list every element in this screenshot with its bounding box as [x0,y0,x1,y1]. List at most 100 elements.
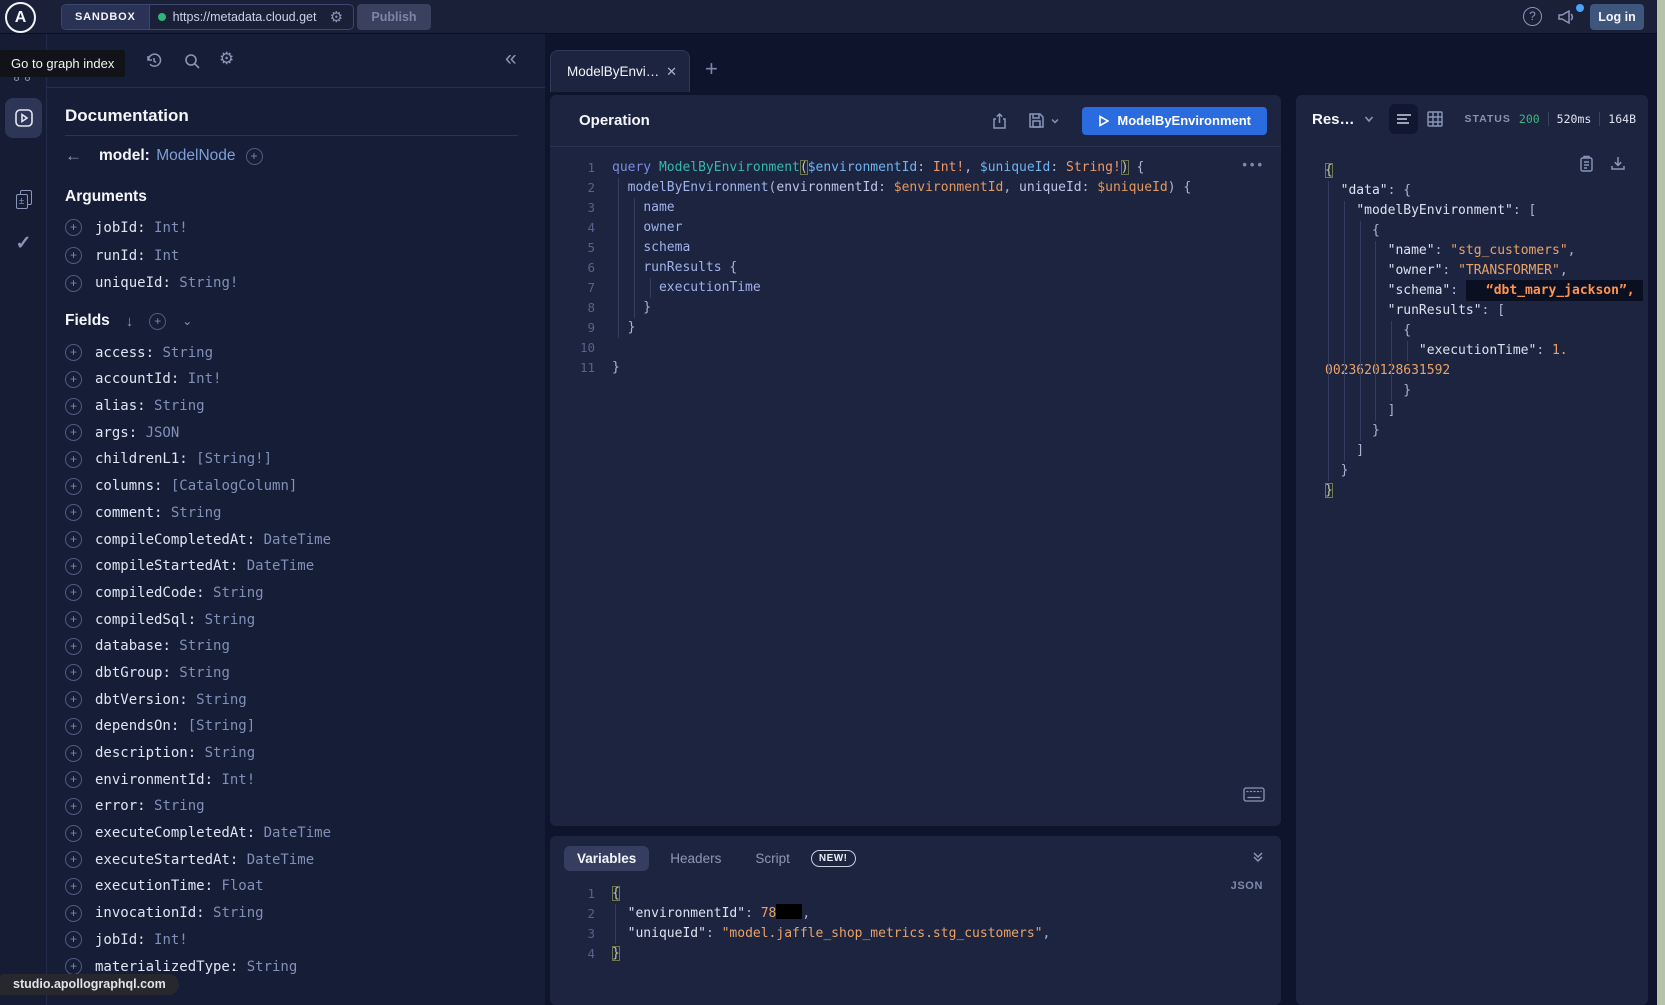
apollo-logo[interactable]: A [5,2,36,33]
table-view-icon[interactable] [1420,104,1450,134]
field-type[interactable]: Int! [188,371,222,387]
add-field-icon[interactable]: + [65,478,82,495]
settings-gear-icon[interactable]: ⚙ [219,49,234,69]
add-field-icon[interactable]: + [65,371,82,388]
field-type[interactable]: String [205,745,256,761]
field-name[interactable]: materializedType [95,959,230,975]
tab-variables[interactable]: Variables [564,846,649,871]
field-name[interactable]: invocationId [95,905,196,921]
add-field-icon[interactable]: + [65,611,82,628]
field-name[interactable]: alias [95,398,137,414]
back-arrow-icon[interactable]: ← [65,146,89,166]
add-field-icon[interactable]: + [65,958,82,975]
add-field-icon[interactable]: + [65,584,82,601]
argument-type[interactable]: String! [179,275,238,291]
history-icon[interactable] [145,52,163,70]
argument-type[interactable]: Int! [154,220,188,236]
field-name[interactable]: dependsOn [95,718,171,734]
field-type[interactable]: DateTime [264,532,331,548]
add-argument-icon[interactable]: + [65,247,82,264]
field-type[interactable]: DateTime [247,558,314,574]
field-name[interactable]: executeStartedAt [95,852,230,868]
graph-index-icon[interactable] [14,76,32,84]
field-name[interactable]: executeCompletedAt [95,825,247,841]
add-field-icon[interactable]: + [65,745,82,762]
field-type[interactable]: String [179,638,230,654]
field-type[interactable]: String [205,612,256,628]
response-viewer[interactable]: { "data": { "modelByEnvironment": [ { "n… [1325,161,1638,501]
share-icon[interactable] [991,112,1008,130]
add-field-icon[interactable]: + [65,931,82,948]
field-type[interactable]: [CatalogColumn] [171,478,297,494]
field-type[interactable]: String [247,959,298,975]
field-type[interactable]: String [154,798,205,814]
add-field-icon[interactable]: + [65,424,82,441]
operation-code[interactable]: query ModelByEnvironment($environmentId:… [612,158,1191,378]
field-name[interactable]: environmentId [95,772,205,788]
field-name[interactable]: dbtVersion [95,692,179,708]
sidebar-item-checklist[interactable]: ✓ [5,226,42,260]
add-field-icon[interactable]: + [65,718,82,735]
add-field-icon[interactable]: + [65,504,82,521]
add-field-icon[interactable]: + [65,664,82,681]
add-field-icon[interactable]: + [65,771,82,788]
field-type[interactable]: Int! [154,932,188,948]
save-icon[interactable] [1028,112,1060,129]
field-type[interactable]: Float [221,878,263,894]
field-type[interactable]: DateTime [247,852,314,868]
login-button[interactable]: Log in [1590,4,1644,30]
field-name[interactable]: compileStartedAt [95,558,230,574]
field-name[interactable]: columns [95,478,154,494]
field-name[interactable]: args [95,425,129,441]
field-type[interactable]: String [213,905,264,921]
add-field-icon[interactable]: + [65,531,82,548]
collapse-panel-icon[interactable]: « [505,47,517,71]
add-field-icon[interactable]: + [246,148,263,165]
endpoint-settings-gear-icon[interactable]: ⚙ [330,8,343,26]
help-icon[interactable]: ? [1523,7,1542,26]
field-name[interactable]: error [95,798,137,814]
add-field-icon[interactable]: + [65,344,82,361]
add-field-icon[interactable]: + [65,451,82,468]
field-type[interactable]: String [162,345,213,361]
field-name[interactable]: jobId [95,932,137,948]
endpoint-url-input[interactable]: https://metadata.cloud.get [173,10,323,24]
add-argument-icon[interactable]: + [65,219,82,236]
field-name[interactable]: executionTime [95,878,205,894]
model-type-link[interactable]: ModelNode [156,147,235,164]
run-operation-button[interactable]: ModelByEnvironment [1082,107,1267,135]
endpoint-url-box[interactable]: https://metadata.cloud.get ⚙ [150,5,353,29]
tab-headers[interactable]: Headers [657,846,734,871]
add-field-icon[interactable]: + [65,398,82,415]
field-type[interactable]: String [196,692,247,708]
field-type[interactable]: String [179,665,230,681]
variables-code[interactable]: { "environmentId": 78, "uniqueId": "mode… [612,884,1050,964]
add-field-icon[interactable]: + [65,558,82,575]
field-type[interactable]: DateTime [264,825,331,841]
argument-name[interactable]: runId [95,248,137,264]
field-name[interactable]: database [95,638,162,654]
add-field-icon[interactable]: + [65,905,82,922]
add-field-icon[interactable]: + [65,638,82,655]
field-type[interactable]: String [213,585,264,601]
argument-type[interactable]: Int [154,248,179,264]
response-dropdown-icon[interactable] [1363,113,1375,125]
add-argument-icon[interactable]: + [65,275,82,292]
add-field-icon[interactable]: + [65,878,82,895]
search-icon[interactable] [183,52,201,70]
add-field-icon[interactable]: + [65,851,82,868]
chevron-down-icon[interactable]: ⌄ [182,314,192,328]
add-field-icon[interactable]: + [65,825,82,842]
editor-options-icon[interactable]: ••• [1242,157,1265,172]
add-field-icon[interactable]: + [65,798,82,815]
field-type[interactable]: Int! [221,772,255,788]
argument-name[interactable]: jobId [95,220,137,236]
field-type[interactable]: [String!] [196,451,272,467]
add-all-fields-icon[interactable]: + [149,313,166,330]
argument-name[interactable]: uniqueId [95,275,162,291]
new-tab-button[interactable]: + [705,56,718,82]
field-type[interactable]: String [154,398,205,414]
tab-script[interactable]: Script [742,846,803,871]
sidebar-item-schema[interactable]: ± [5,182,42,216]
operation-tab[interactable]: ModelByEnvi… ✕ [550,50,690,92]
